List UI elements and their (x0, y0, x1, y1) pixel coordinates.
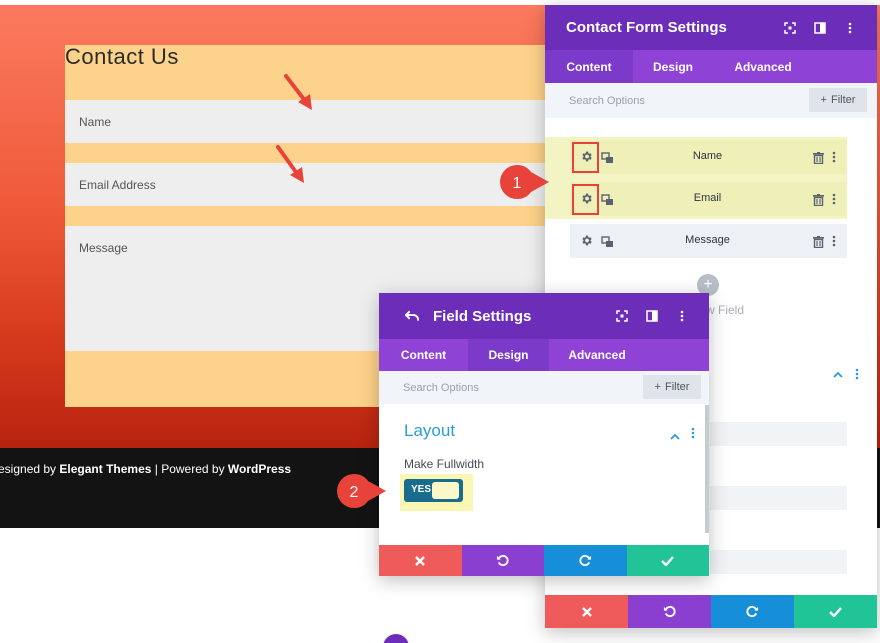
message-placeholder: Message (79, 241, 128, 255)
field-item-message[interactable]: Message (570, 224, 847, 258)
email-placeholder: Email Address (79, 178, 156, 192)
toggle-value: YES (411, 484, 432, 495)
split-view-icon[interactable] (645, 309, 659, 323)
field-settings-title: Field Settings (433, 307, 532, 325)
more-options-icon[interactable] (843, 21, 857, 35)
expand-icon[interactable] (615, 309, 629, 323)
back-arrow-icon[interactable] (405, 309, 419, 323)
contact-form-settings-title: Contact Form Settings (566, 19, 727, 36)
search-options-input[interactable]: Search Options + Filter (545, 83, 877, 118)
section-menu-icon[interactable] (691, 426, 695, 444)
tab-content[interactable]: Content (379, 339, 468, 371)
field-settings-header: Field Settings (379, 293, 709, 339)
footer-credits: esigned by Elegant Themes | Powered by W… (0, 462, 291, 476)
annotation-arrow-email (276, 145, 304, 183)
plus-icon: + (703, 276, 713, 293)
section-menu-icon[interactable] (855, 367, 859, 385)
setting-input-row[interactable] (710, 486, 847, 510)
tab-design[interactable]: Design (633, 50, 713, 83)
setting-input-row[interactable] (710, 422, 847, 446)
redo-icon (746, 605, 759, 618)
discard-button[interactable] (545, 595, 628, 628)
field-item-menu-icon[interactable] (832, 234, 836, 252)
field-settings-panel: Field Settings Content Design Advanced S… (379, 293, 709, 576)
make-fullwidth-label: Make Fullwidth (404, 457, 485, 471)
plus-icon: + (820, 94, 827, 106)
contact-form-title: Contact Us (65, 44, 179, 69)
setting-input-row[interactable] (710, 550, 847, 574)
gear-highlight-box-name (572, 142, 599, 173)
filter-button[interactable]: + Filter (643, 375, 701, 399)
field-item-name[interactable]: Name (570, 140, 847, 174)
field-item-label: Name (692, 150, 723, 162)
undo-button[interactable] (628, 595, 711, 628)
undo-icon (497, 554, 509, 567)
redo-button[interactable] (544, 545, 627, 576)
contact-form-settings-tabs: Content Design Advanced (545, 50, 877, 83)
discard-button[interactable] (379, 545, 462, 576)
builder-toolbar-button[interactable] (383, 634, 409, 643)
gear-highlight-box-email (572, 184, 599, 215)
search-options-placeholder: Search Options (569, 94, 645, 107)
plus-icon: + (654, 381, 661, 393)
split-view-icon[interactable] (813, 21, 827, 35)
step-badge-1-number: 1 (513, 175, 522, 192)
name-placeholder: Name (79, 115, 112, 129)
contact-form-settings-header: Contact Form Settings (545, 5, 877, 50)
save-button[interactable] (794, 595, 877, 628)
duplicate-icon[interactable] (601, 193, 614, 211)
filter-button[interactable]: + Filter (809, 88, 867, 112)
tab-advanced[interactable]: Advanced (713, 50, 813, 83)
duplicate-icon[interactable] (601, 235, 614, 253)
layout-section-title[interactable]: Layout (404, 421, 455, 441)
filter-label: Filter (830, 94, 856, 106)
check-icon (661, 555, 675, 566)
step-badge-1: 1 (500, 164, 549, 200)
annotation-arrow-name (284, 74, 312, 110)
footer-designed-text: esigned by (0, 462, 60, 476)
redo-icon (579, 554, 591, 567)
search-options-input[interactable]: Search Options + Filter (379, 371, 709, 404)
field-settings-tabs: Content Design Advanced (379, 339, 709, 371)
field-item-menu-icon[interactable] (832, 192, 836, 210)
toggle-knob (432, 482, 459, 499)
more-options-icon[interactable] (675, 309, 689, 323)
field-item-label: Email (693, 192, 722, 204)
footer-elegant-themes-link[interactable]: Elegant Themes (59, 462, 151, 476)
chevron-up-icon[interactable] (832, 366, 844, 384)
trash-icon[interactable] (813, 151, 824, 169)
tab-advanced[interactable]: Advanced (549, 339, 645, 371)
step-badge-2: 2 (337, 473, 386, 509)
contact-form-settings-actions (545, 595, 877, 628)
search-options-placeholder: Search Options (403, 381, 479, 394)
chevron-up-icon[interactable] (669, 428, 681, 446)
screenshot-stage: Contact Us Name Email Address Message es… (0, 0, 880, 643)
save-button[interactable] (626, 545, 709, 576)
close-icon (581, 606, 592, 617)
redo-button[interactable] (711, 595, 794, 628)
make-fullwidth-toggle[interactable]: YES (404, 479, 463, 502)
field-item-label: Message (685, 234, 730, 246)
trash-icon[interactable] (813, 193, 824, 211)
field-settings-actions (379, 545, 709, 576)
close-icon (415, 555, 426, 566)
undo-button[interactable] (461, 545, 544, 576)
gear-icon[interactable] (580, 234, 593, 252)
email-input[interactable]: Email Address (65, 163, 565, 206)
duplicate-icon[interactable] (601, 151, 614, 169)
field-item-email[interactable]: Email (570, 182, 847, 216)
expand-icon[interactable] (783, 21, 797, 35)
filter-label: Filter (664, 381, 690, 393)
undo-icon (663, 605, 676, 618)
tab-design[interactable]: Design (468, 339, 549, 371)
check-icon (829, 606, 842, 617)
tab-content[interactable]: Content (545, 50, 633, 83)
step-badge-2-number: 2 (350, 484, 359, 501)
field-item-menu-icon[interactable] (832, 150, 836, 168)
trash-icon[interactable] (813, 235, 824, 253)
footer-separator: | Powered by (151, 462, 228, 476)
scrollbar[interactable] (705, 405, 709, 533)
add-field-label[interactable]: w Field (706, 303, 744, 317)
footer-wordpress-link[interactable]: WordPress (228, 462, 291, 476)
